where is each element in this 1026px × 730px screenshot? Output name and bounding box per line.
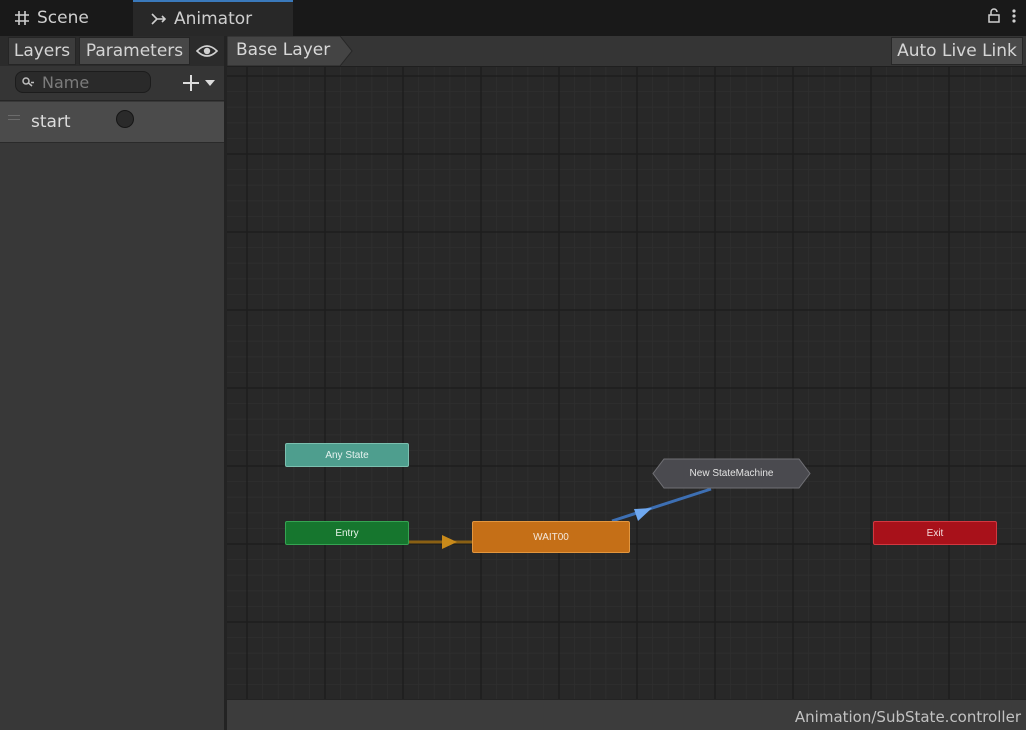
add-parameter-button[interactable] [178,72,220,94]
transitions-layer [409,487,712,549]
kebab-menu-icon[interactable] [1012,8,1016,24]
tab-parameters[interactable]: Parameters [79,37,190,65]
auto-live-link-button[interactable]: Auto Live Link [891,37,1023,65]
drag-handle-icon[interactable] [8,115,20,123]
tab-layers[interactable]: Layers [8,37,76,65]
plus-icon [183,75,199,91]
breadcrumb: Base Layer Auto Live Link [227,36,1026,67]
parameter-search-row [0,66,224,101]
eye-icon [196,45,218,57]
controller-path: Animation/SubState.controller [794,708,1021,726]
parameters-panel: Layers Parameters start [0,36,227,730]
breadcrumb-label: Base Layer [236,40,331,60]
animator-graph-view: Base Layer Auto Live Link Any State Entr… [227,36,1026,730]
state-entry[interactable]: Entry [285,521,409,545]
lock-icon[interactable] [988,8,1000,24]
parameter-row[interactable]: start [0,102,224,143]
window-tab-bar: Scene Animator [0,0,1026,36]
panel-tab-bar: Layers Parameters [0,36,224,66]
sub-state-machine[interactable]: New StateMachine [652,458,811,489]
tab-actions [988,8,1016,24]
parameter-search-box [15,71,151,93]
tab-animator[interactable]: Animator [133,0,293,36]
dropdown-arrow-icon [205,80,215,86]
state-wait00[interactable]: WAIT00 [472,521,630,553]
tab-scene[interactable]: Scene [0,0,132,36]
status-bar: Animation/SubState.controller [227,699,1026,730]
animator-icon [151,13,167,25]
sub-state-machine-label: New StateMachine [689,468,774,479]
state-machine-canvas[interactable]: Any State Entry WAIT00 New StateMachine … [227,67,1026,699]
transition-entry-to-wait[interactable] [409,535,472,549]
search-icon [22,77,34,87]
tab-scene-label: Scene [37,8,89,28]
tab-animator-label: Animator [174,9,253,29]
parameter-name[interactable]: start [31,112,71,132]
visibility-toggle[interactable] [192,37,222,65]
breadcrumb-base-layer[interactable]: Base Layer [227,36,355,66]
grid-icon [15,11,29,25]
transition-wait-to-statemachine[interactable] [611,487,712,523]
trigger-toggle[interactable] [116,110,134,128]
search-input[interactable] [42,72,142,92]
state-any-state[interactable]: Any State [285,443,409,467]
state-exit[interactable]: Exit [873,521,997,545]
